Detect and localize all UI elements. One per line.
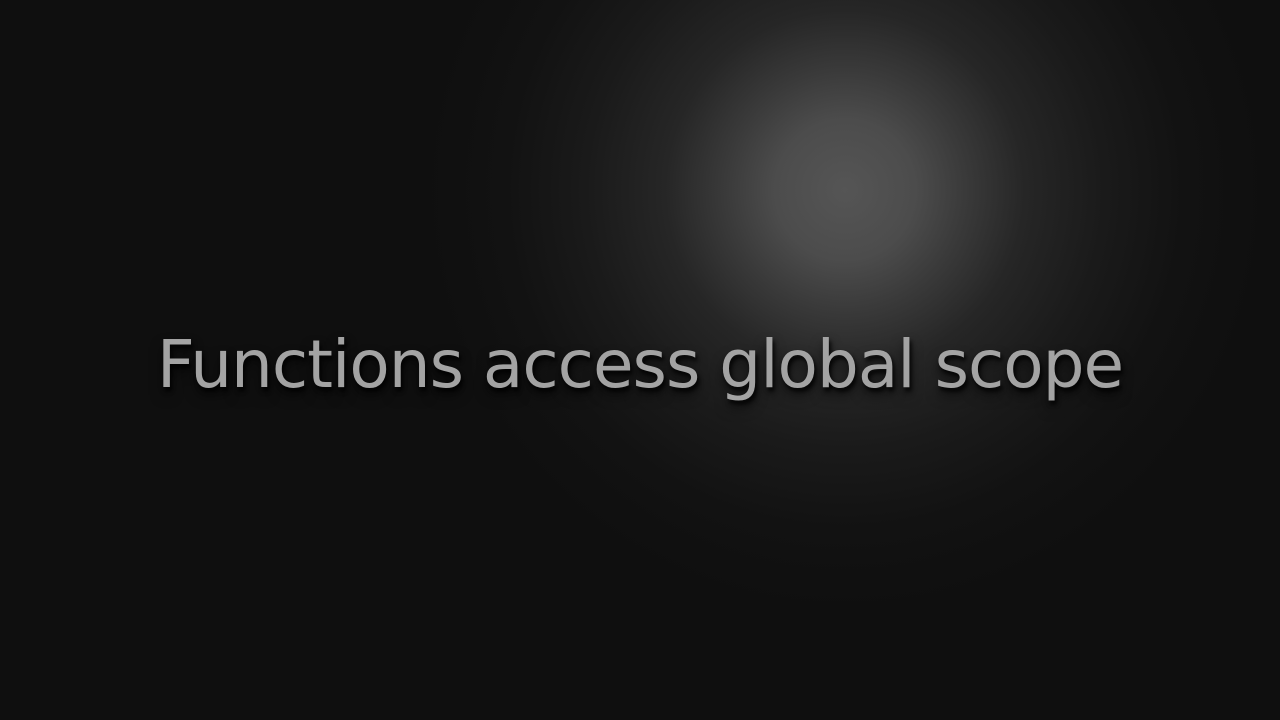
slide-canvas: Functions access global scope	[0, 0, 1280, 720]
slide-title: Functions access global scope	[156, 326, 1124, 403]
